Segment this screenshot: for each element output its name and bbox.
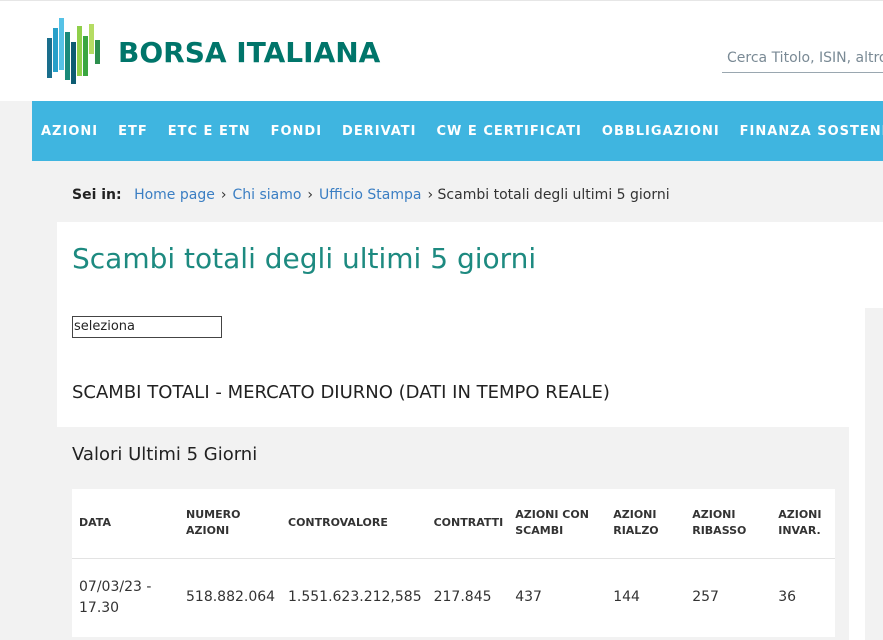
breadcrumb-separator: ›	[427, 187, 434, 203]
trades-table: DATA NUMERO AZIONI CONTROVALORE CONTRATT…	[72, 489, 835, 637]
section-title: SCAMBI TOTALI - MERCATO DIURNO (DATI IN …	[72, 382, 610, 403]
table-header-row: DATA NUMERO AZIONI CONTROVALORE CONTRATT…	[72, 489, 835, 559]
col-header-azioni-rialzo: AZIONI RIALZO	[606, 489, 686, 559]
brand-name[interactable]: BORSA ITALIANA	[118, 36, 380, 69]
nav-item-etf[interactable]: ETF	[118, 124, 148, 139]
main-content: Scambi totali degli ultimi 5 giorni sele…	[57, 222, 883, 640]
table-row: 07/03/23 - 17.30 518.882.064 1.551.623.2…	[72, 558, 835, 637]
breadcrumb-label: Sei in:	[72, 187, 122, 203]
nav-item-etc-etn[interactable]: ETC E ETN	[168, 124, 251, 139]
cell-azioni-ribasso: 257	[692, 589, 719, 606]
breadcrumb-separator: ›	[220, 187, 227, 203]
main-nav: AZIONI ETF ETC E ETN FONDI DERIVATI CW E…	[32, 101, 883, 161]
panel-title: Valori Ultimi 5 Giorni	[72, 444, 258, 465]
borsa-italiana-logo-icon[interactable]	[45, 16, 105, 86]
col-header-contratti: CONTRATTI	[426, 489, 509, 559]
sidebar-strip	[865, 308, 883, 640]
nav-item-cw-certificati[interactable]: CW E CERTIFICATI	[437, 124, 582, 139]
nav-item-fondi[interactable]: FONDI	[271, 124, 322, 139]
col-header-azioni-ribasso: AZIONI RIBASSO	[685, 489, 772, 559]
breadcrumb-separator: ›	[307, 187, 314, 203]
cell-data: 07/03/23 - 17.30	[79, 578, 152, 616]
cell-azioni-rialzo: 144	[613, 589, 640, 606]
cell-contratti: 217.845	[433, 589, 492, 606]
values-panel: Valori Ultimi 5 Giorni DATA NUMERO AZION…	[57, 427, 849, 640]
page-title: Scambi totali degli ultimi 5 giorni	[72, 242, 537, 275]
breadcrumb-link-chi-siamo[interactable]: Chi siamo	[232, 187, 301, 203]
search-box[interactable]	[722, 43, 883, 73]
cell-controvalore: 1.551.623.212,585	[288, 589, 422, 606]
cell-numero-azioni: 518.882.064	[186, 589, 276, 606]
breadcrumb-link-home[interactable]: Home page	[134, 187, 215, 203]
col-header-controvalore: CONTROVALORE	[281, 489, 427, 559]
breadcrumb-link-ufficio-stampa[interactable]: Ufficio Stampa	[319, 187, 421, 203]
breadcrumb-current: Scambi totali degli ultimi 5 giorni	[437, 187, 670, 203]
nav-item-derivati[interactable]: DERIVATI	[342, 124, 416, 139]
nav-item-azioni[interactable]: AZIONI	[41, 124, 98, 139]
col-header-azioni-invar: AZIONI INVAR.	[771, 489, 835, 559]
nav-item-obbligazioni[interactable]: OBBLIGAZIONI	[602, 124, 720, 139]
nav-item-finanza-sostenibile[interactable]: FINANZA SOSTENIBILE	[740, 124, 883, 139]
col-header-azioni-con-scambi: AZIONI CON SCAMBI	[508, 489, 607, 559]
cell-azioni-con-scambi: 437	[515, 589, 542, 606]
header: BORSA ITALIANA	[0, 0, 883, 101]
breadcrumb: Sei in: Home page › Chi siamo › Ufficio Stam…	[72, 187, 670, 203]
search-input[interactable]	[722, 43, 883, 72]
col-header-data: DATA	[72, 489, 179, 559]
cell-azioni-invar: 36	[778, 589, 797, 606]
col-header-numero-azioni: NUMERO AZIONI	[179, 489, 281, 559]
date-select[interactable]: seleziona	[72, 316, 222, 338]
